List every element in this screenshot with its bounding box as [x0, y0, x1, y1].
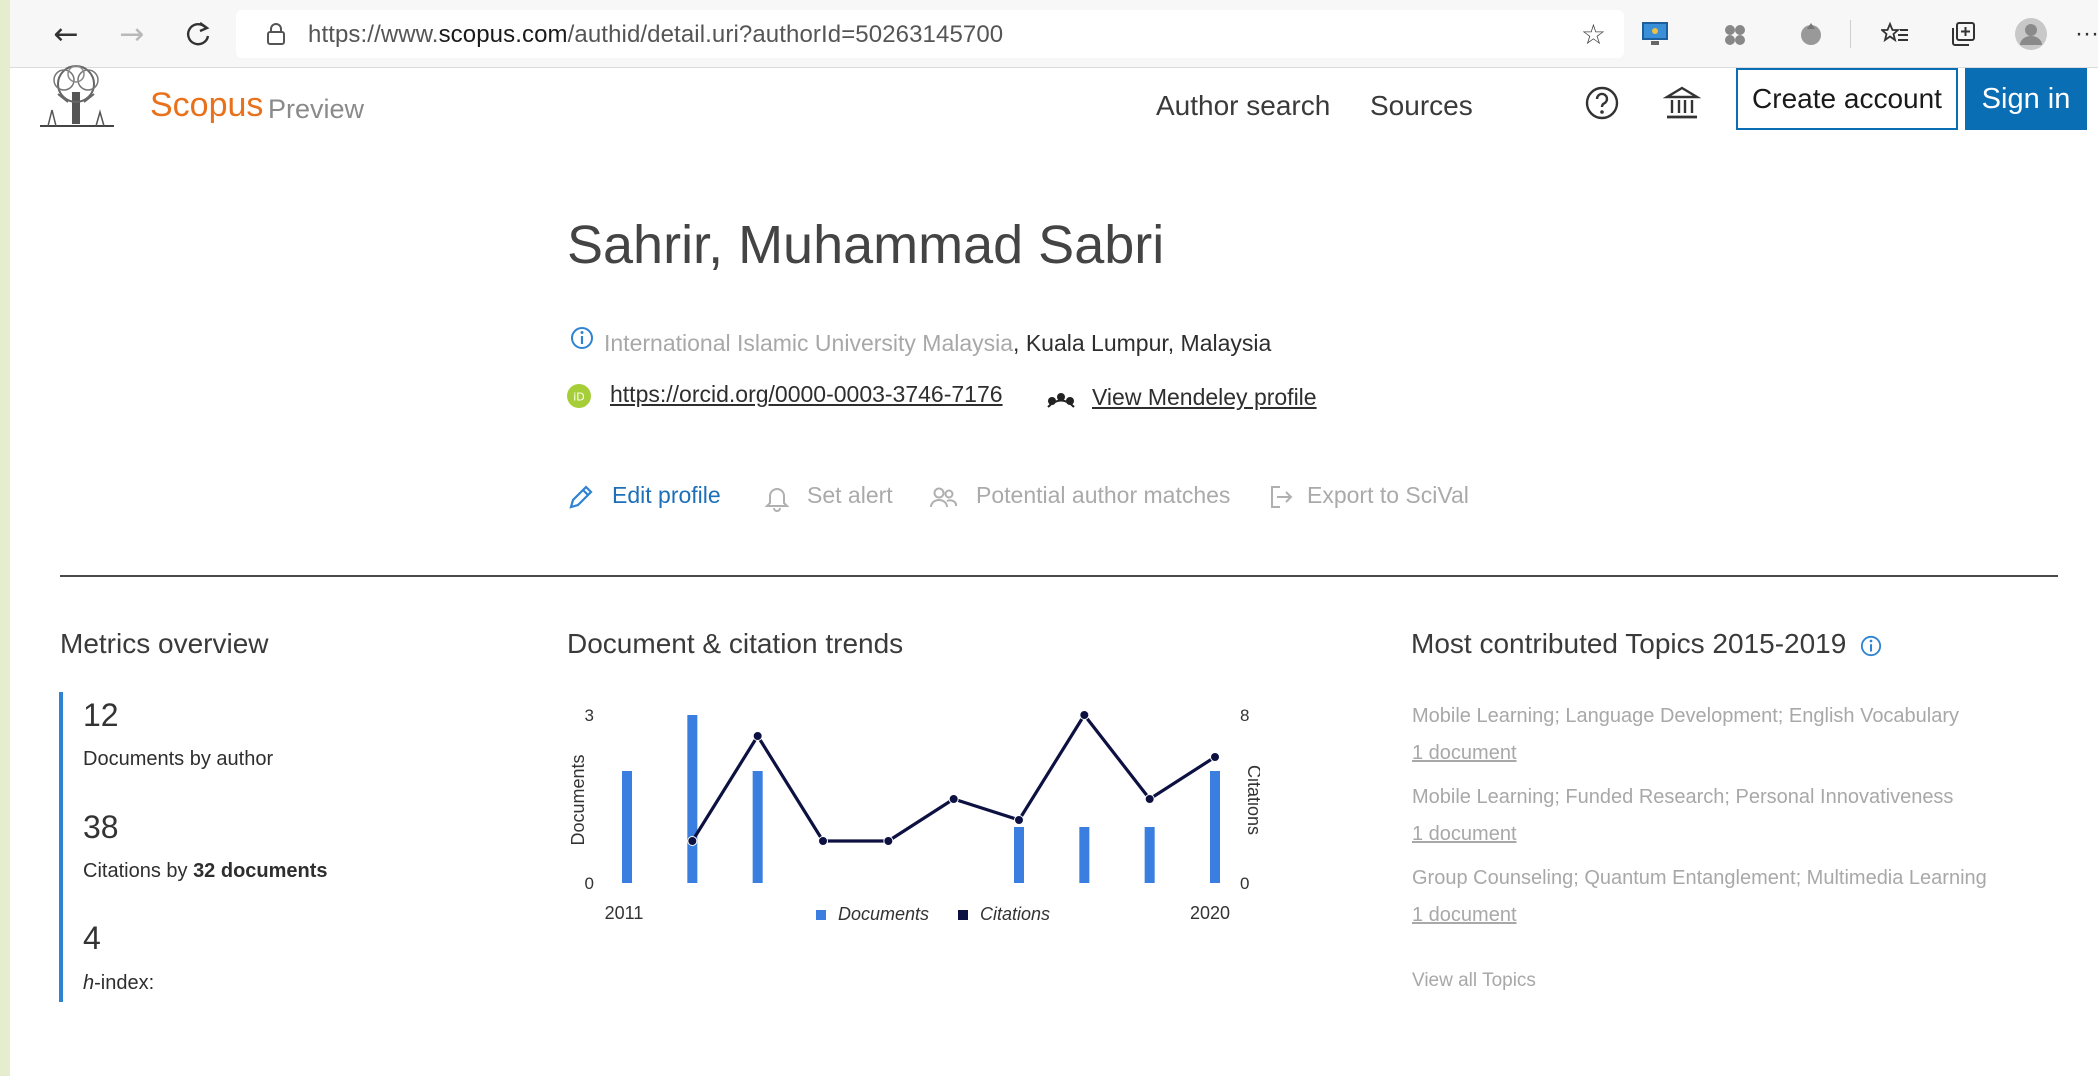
legend-documents-label: Documents [838, 904, 929, 924]
forward-arrow-icon[interactable]: → [114, 16, 150, 52]
citations-point [1079, 710, 1090, 720]
y-tick-label: 3 [585, 706, 594, 725]
trends-title: Document & citation trends [567, 628, 904, 659]
h-index-label: h-index: [83, 972, 155, 994]
y-right-tick-label: 8 [1240, 706, 1249, 725]
svg-text:iD: iD [573, 391, 585, 404]
citations-point [883, 836, 894, 846]
citations-point [1144, 794, 1155, 804]
y-right-axis-label: Citations [1244, 765, 1260, 835]
topic-name[interactable]: Mobile Learning; Funded Research; Person… [1412, 786, 1953, 809]
create-account-button[interactable]: Create account [1736, 68, 1958, 130]
favorite-star-icon[interactable]: ☆ [1581, 18, 1606, 51]
citations-point [818, 836, 828, 846]
window-edge [0, 0, 10, 1076]
author-affiliation: International Islamic University Malaysi… [604, 330, 1272, 356]
sign-in-button[interactable]: Sign in [1965, 68, 2087, 130]
nav-author-search[interactable]: Author search [1156, 90, 1330, 122]
edit-profile-link[interactable]: Edit profile [612, 482, 721, 509]
citations-point [752, 731, 763, 741]
lock-icon [267, 23, 285, 45]
nav-sources[interactable]: Sources [1370, 90, 1473, 122]
y-right-tick-label: 0 [1240, 874, 1249, 893]
documents-bar [1079, 827, 1090, 883]
info-icon [571, 327, 593, 349]
documents-label: Documents by author [83, 748, 274, 770]
extension-group-icon[interactable] [1718, 17, 1752, 51]
documents-count[interactable]: 12 [83, 697, 119, 734]
h-index-value[interactable]: 4 [83, 920, 101, 957]
legend-citations-swatch [958, 910, 968, 920]
citations-label: Citations by 32 documents [83, 860, 328, 882]
citations-point [1210, 752, 1220, 762]
export-to-scival-link[interactable]: Export to SciVal [1307, 482, 1469, 509]
topic-document-count[interactable]: 1 document [1412, 904, 1517, 927]
mendeley-profile-link[interactable]: View Mendeley profile [1092, 384, 1317, 411]
brand-subtitle: Preview [268, 94, 365, 124]
topic-document-count[interactable]: 1 document [1412, 742, 1517, 765]
metrics-accent-bar [59, 692, 63, 1002]
browser-toolbar: ← → https://www.scopus.com/authid/detail… [10, 0, 2098, 68]
extension-shield-icon[interactable] [1794, 17, 1828, 51]
documents-bar [752, 771, 763, 883]
pencil-icon [569, 485, 593, 509]
author-name: Sahrir, Muhammad Sabri [567, 215, 1165, 275]
potential-author-matches-link[interactable]: Potential author matches [976, 482, 1230, 509]
orcid-icon: iD [567, 384, 591, 408]
topics-info-icon[interactable] [1860, 635, 1882, 657]
documents-bar [1144, 827, 1155, 883]
bell-icon [764, 488, 790, 512]
documents-bar [622, 771, 632, 883]
brand-name[interactable]: Scopus [150, 86, 263, 125]
metrics-title: Metrics overview [60, 628, 269, 659]
documents-bar [687, 715, 698, 883]
topic-name[interactable]: Group Counseling; Quantum Entanglement; … [1412, 867, 1987, 890]
view-all-topics-link[interactable]: View all Topics [1412, 970, 1536, 992]
extension-screen-icon[interactable] [1638, 17, 1672, 51]
institution-icon[interactable] [1663, 84, 1701, 122]
help-icon[interactable] [1583, 84, 1621, 122]
citations-point [948, 794, 959, 804]
citations-point [1014, 815, 1024, 825]
more-menu-icon[interactable]: ··· [2070, 17, 2098, 51]
legend-documents-swatch [816, 910, 826, 920]
favorites-list-icon[interactable] [1878, 17, 1912, 51]
refresh-icon[interactable] [180, 16, 216, 52]
y-axis-label: Documents [568, 754, 588, 845]
topics-title: Most contributed Topics 2015-2019 [1411, 628, 1882, 660]
orcid-link[interactable]: https://orcid.org/0000-0003-3746-7176 [610, 381, 1003, 408]
x-tick-label: 2011 [605, 903, 644, 923]
back-arrow-icon[interactable]: ← [48, 16, 84, 52]
profile-avatar-icon[interactable] [2014, 17, 2048, 51]
export-icon [1271, 486, 1293, 508]
url-text: https://www.scopus.com/authid/detail.uri… [308, 21, 1004, 48]
mendeley-icon [1047, 393, 1075, 408]
trend-chart[interactable]: 3 0 8 0 2011 2020 Documents Citations Documents C… [560, 690, 1260, 940]
elsevier-logo-icon[interactable] [32, 64, 122, 130]
topic-name[interactable]: Mobile Learning; Language Development; E… [1412, 705, 1959, 728]
people-icon [930, 487, 958, 508]
documents-bar [1014, 827, 1024, 883]
x-tick-label: 2020 [1190, 903, 1230, 923]
citations-point [687, 836, 698, 846]
section-divider [60, 575, 2058, 577]
toolbar-divider [1850, 20, 1851, 48]
affiliation-link[interactable]: International Islamic University Malaysi… [604, 330, 1013, 356]
y-tick-label: 0 [585, 874, 594, 893]
topic-document-count[interactable]: 1 document [1412, 823, 1517, 846]
legend-citations-label: Citations [980, 904, 1050, 924]
citations-count[interactable]: 38 [83, 809, 119, 846]
collections-icon[interactable] [1946, 17, 1980, 51]
address-bar[interactable]: https://www.scopus.com/authid/detail.uri… [236, 10, 1624, 58]
citations-line [690, 713, 1216, 843]
documents-bar [1210, 771, 1220, 883]
set-alert-link[interactable]: Set alert [807, 482, 893, 509]
